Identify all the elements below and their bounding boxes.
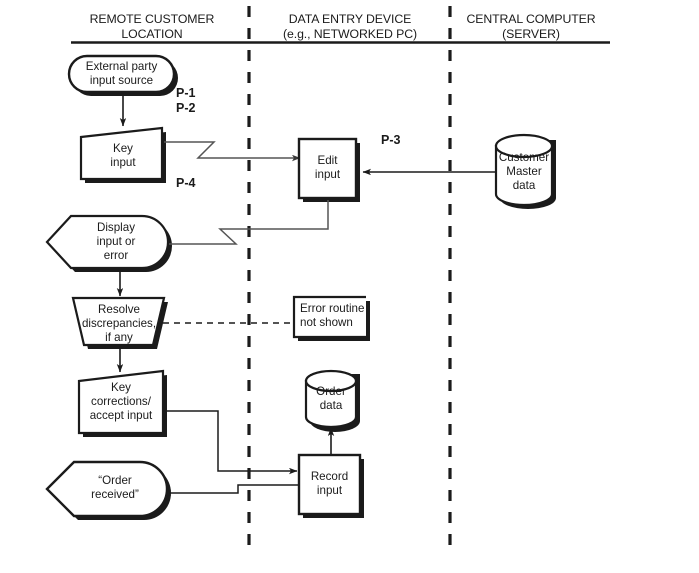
connector-record-input-to-order-received [162, 484, 300, 497]
flowchart-graphics [45, 6, 610, 549]
node-resolve-discrepancies [71, 296, 166, 347]
flowchart-canvas: REMOTE CUSTOMER LOCATION DATA ENTRY DEVI… [0, 0, 699, 573]
node-edit-input [297, 137, 358, 200]
node-display-input-or-error [45, 214, 170, 270]
annotation-p4: P-4 [176, 176, 196, 190]
node-record-input [297, 453, 362, 516]
node-order-received [45, 460, 169, 518]
annotation-p1-p2: P-1 P-2 [176, 86, 196, 115]
node-key-input [79, 126, 164, 181]
node-external-party-input-source [67, 54, 176, 94]
connector-key-corrections-to-record-input [163, 410, 298, 475]
connector-key-input-to-edit-input [164, 141, 301, 162]
node-key-corrections-accept-input [77, 369, 165, 435]
annotation-p3: P-3 [381, 133, 401, 147]
shape-shadows [51, 60, 556, 520]
node-label-error-routine-note: Error routine not shown [300, 302, 365, 329]
node-customer-master-data [494, 133, 554, 207]
connector-edit-input-to-display [159, 200, 329, 248]
node-order-data [304, 369, 358, 429]
